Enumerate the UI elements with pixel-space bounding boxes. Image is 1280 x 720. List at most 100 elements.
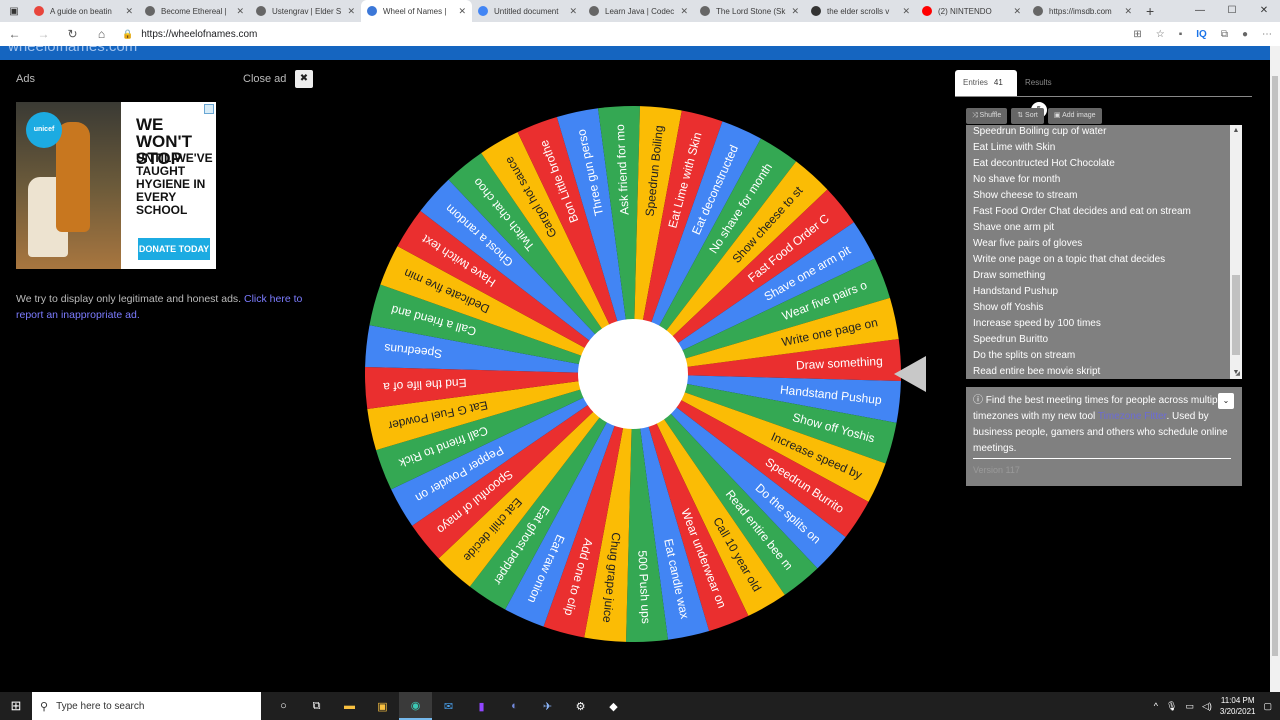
new-tab-button[interactable]: + <box>1146 3 1154 19</box>
browser-tab[interactable]: the elder scrolls v ✕ <box>805 0 916 22</box>
page-scroll-thumb[interactable] <box>1272 76 1278 656</box>
tab-close-icon[interactable]: ✕ <box>902 6 910 17</box>
tab-close-icon[interactable]: ✕ <box>347 6 355 17</box>
close-window-icon[interactable]: ✕ <box>1248 0 1280 22</box>
site-title[interactable]: wheelofnames.com <box>8 46 137 55</box>
tab-results[interactable]: Results5 <box>1017 70 1077 118</box>
entries-textarea[interactable]: Speedrun Boiling cup of water Eat Lime wi… <box>966 125 1242 379</box>
page-scrollbar[interactable] <box>1270 46 1280 692</box>
browser-tab[interactable]: A guide on beatin ✕ <box>28 0 139 22</box>
wheel[interactable]: Draw something Handstand Pushup Show off Y… <box>363 104 903 644</box>
network-icon[interactable]: ▭ <box>1185 701 1194 712</box>
entry-item[interactable]: Wear five pairs of gloves <box>973 236 1235 252</box>
add-image-button[interactable]: ▣ Add image <box>1047 108 1102 124</box>
entry-item[interactable]: Read entire bee movie skript <box>973 364 1235 379</box>
profile-icon[interactable]: ● <box>1242 29 1248 40</box>
scroll-thumb[interactable] <box>1232 275 1240 355</box>
unicef-logo: unicef <box>26 112 62 148</box>
tab-close-icon[interactable]: ✕ <box>458 6 466 17</box>
collapse-info-icon[interactable]: ⌄ <box>1218 393 1234 409</box>
notifications-icon[interactable]: ▢ <box>1263 701 1272 712</box>
close-ad-label[interactable]: Close ad <box>243 73 286 85</box>
entry-item[interactable]: Show off Yoshis <box>973 300 1235 316</box>
browser-menu-icon[interactable]: ▣ <box>0 6 28 17</box>
pwa-install-icon[interactable]: ⊞ <box>1133 29 1141 40</box>
tab-close-icon[interactable]: ✕ <box>791 6 799 17</box>
entry-item[interactable]: Draw something <box>973 268 1235 284</box>
entry-item[interactable]: Eat Lime with Skin <box>973 140 1235 156</box>
close-ad-icon[interactable]: ✖ <box>295 70 313 88</box>
edge-browser-icon[interactable]: ◉ <box>399 692 432 720</box>
entry-item[interactable]: No shave for month <box>973 172 1235 188</box>
windows-start-icon[interactable]: ⊞ <box>0 698 32 714</box>
iq-extension-icon[interactable]: IQ <box>1196 29 1207 40</box>
file-explorer-icon[interactable]: ▬ <box>333 692 366 720</box>
donate-button[interactable]: DONATE TODAY <box>138 238 210 260</box>
tray-chevron-icon[interactable]: ^ <box>1154 701 1158 711</box>
entry-item[interactable]: Do the splits on stream <box>973 348 1235 364</box>
obs-icon[interactable]: ◆ <box>597 692 630 720</box>
taskbar-search[interactable]: ⚲ Type here to search <box>32 692 261 720</box>
more-menu-icon[interactable]: ⋯ <box>1262 29 1272 40</box>
tab-entries-label: Entries <box>963 78 988 87</box>
entry-item[interactable]: Show cheese to stream <box>973 188 1235 204</box>
browser-tab[interactable]: (2) NINTENDO ✕ <box>916 0 1027 22</box>
minimize-icon[interactable]: — <box>1184 0 1216 22</box>
bookmark-star-icon[interactable]: ☆ <box>1156 29 1165 40</box>
home-icon[interactable]: ⌂ <box>87 27 116 41</box>
entry-item[interactable]: Speedrun Boiling cup of water <box>973 125 1235 140</box>
twitch-icon[interactable]: ▮ <box>465 692 498 720</box>
clock[interactable]: 11:04 PM 3/20/2021 <box>1220 695 1256 717</box>
settings-app-icon[interactable]: ⚙ <box>564 692 597 720</box>
add-image-label: Add image <box>1062 112 1096 119</box>
tab-close-icon[interactable]: ✕ <box>125 6 133 17</box>
lock-icon[interactable]: 🔒 <box>122 29 133 40</box>
tab-close-icon[interactable]: ✕ <box>1013 6 1021 17</box>
cortana-icon[interactable]: ○ <box>267 692 300 720</box>
entry-item[interactable]: Shave one arm pit <box>973 220 1235 236</box>
tab-close-icon[interactable]: ✕ <box>569 6 577 17</box>
mail-icon[interactable]: ✉ <box>432 692 465 720</box>
store-icon[interactable]: ▣ <box>366 692 399 720</box>
resize-handle-icon[interactable]: ◢ <box>1235 370 1240 377</box>
browser-tab[interactable]: Untitled document ✕ <box>472 0 583 22</box>
wheel-center-button[interactable] <box>578 319 688 429</box>
tab-close-icon[interactable]: ✕ <box>1124 6 1132 17</box>
tab-close-icon[interactable]: ✕ <box>680 6 688 17</box>
extension-icon[interactable]: ▪ <box>1179 29 1183 40</box>
browser-tab[interactable]: Wheel of Names | ✕ <box>361 0 472 22</box>
forward-icon[interactable]: → <box>29 27 58 41</box>
reload-icon[interactable]: ↻ <box>58 27 87 41</box>
maximize-icon[interactable]: ☐ <box>1216 0 1248 22</box>
timezone-fitter-link[interactable]: Timezone Fitter <box>1098 411 1167 422</box>
tab-entries[interactable]: Entries 41 <box>955 70 1017 96</box>
browser-tab[interactable]: https://imsdb.com ✕ <box>1027 0 1138 22</box>
steam-icon[interactable]: ✈ <box>531 692 564 720</box>
shuffle-button[interactable]: ⤨ Shuffle <box>966 108 1008 124</box>
browser-tab[interactable]: Learn Java | Codec ✕ <box>583 0 694 22</box>
back-icon[interactable]: ← <box>0 27 29 41</box>
microphone-icon[interactable]: 🎙 <box>1166 701 1177 712</box>
browser-tab[interactable]: Become Ethereal | ✕ <box>139 0 250 22</box>
browser-tab[interactable]: Ustengrav | Elder S ✕ <box>250 0 361 22</box>
scroll-up-icon[interactable]: ▲ <box>1230 125 1242 137</box>
adchoices-icon[interactable] <box>204 104 214 114</box>
entry-item[interactable]: Fast Food Order Chat decides and eat on … <box>973 204 1235 220</box>
url-field[interactable]: https://wheelofnames.com <box>141 29 257 40</box>
entry-item[interactable]: Speedrun Buritto <box>973 332 1235 348</box>
entries-scrollbar[interactable]: ▲ ▼ <box>1230 125 1242 379</box>
tab-close-icon[interactable]: ✕ <box>236 6 244 17</box>
entries-toolbar: ⤨ Shuffle ⇅ Sort ▣ Add image <box>966 108 1102 124</box>
entry-item[interactable]: Eat decontructed Hot Chocolate <box>973 156 1235 172</box>
wheel-svg[interactable]: Draw somethingHandstand PushupShow off Y… <box>363 104 903 644</box>
ad-banner[interactable]: unicef WE WON'T STOP UNTIL WE'VE TAUGHT … <box>16 102 216 269</box>
task-view-icon[interactable]: ⧉ <box>300 692 333 720</box>
entry-item[interactable]: Write one page on a topic that chat deci… <box>973 252 1235 268</box>
volume-icon[interactable]: ◁) <box>1202 701 1212 712</box>
browser-tab[interactable]: The Lord Stone (Sk ✕ <box>694 0 805 22</box>
collections-icon[interactable]: ⧉ <box>1221 29 1228 40</box>
entry-item[interactable]: Handstand Pushup <box>973 284 1235 300</box>
entry-item[interactable]: Increase speed by 100 times <box>973 316 1235 332</box>
discord-icon[interactable]: ◐ <box>498 692 531 720</box>
sort-button[interactable]: ⇅ Sort <box>1011 108 1044 124</box>
